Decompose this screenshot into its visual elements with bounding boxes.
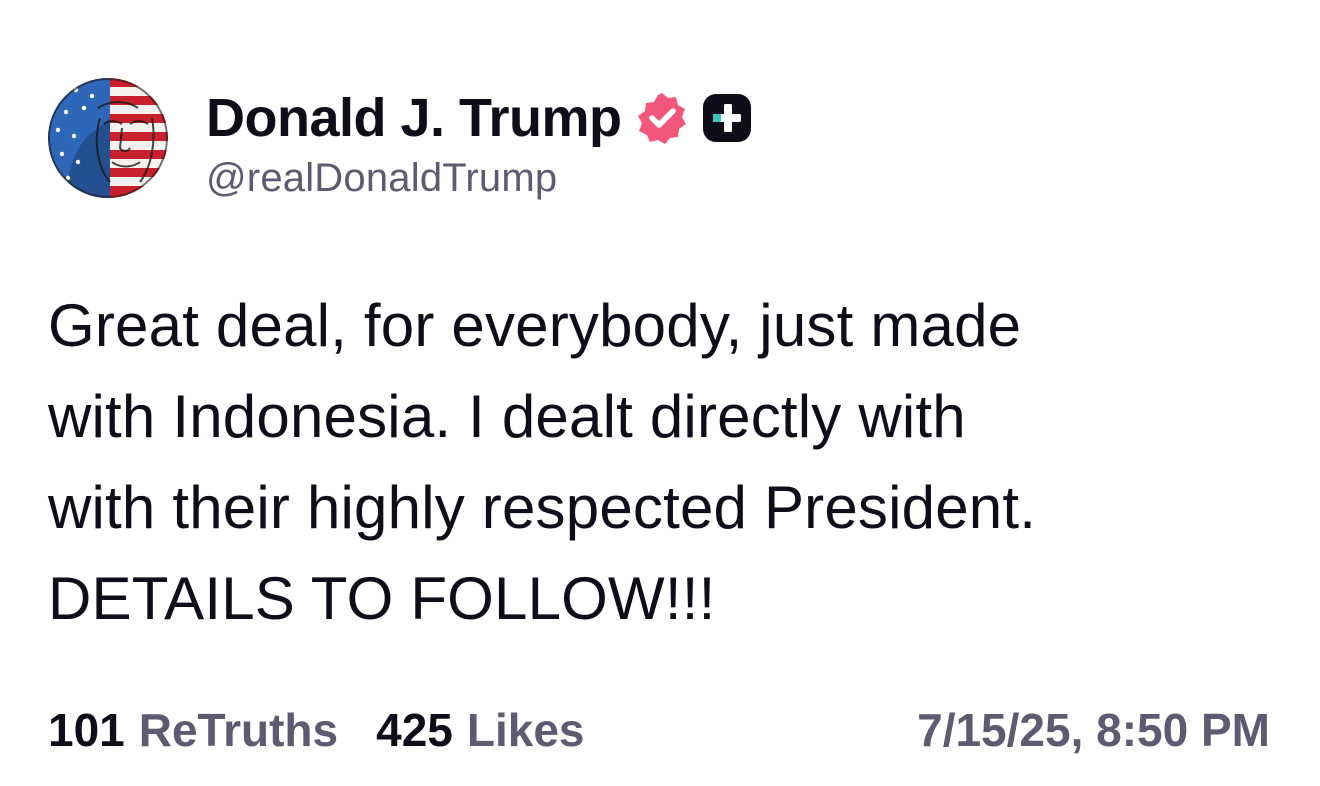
likes-stat[interactable]: 425 Likes <box>376 703 584 757</box>
author-identity: Donald J. Trump @realDonaldTrump <box>206 84 754 201</box>
verified-check-badge-icon <box>634 90 690 146</box>
likes-label: Likes <box>466 704 585 756</box>
retruths-label: ReTruths <box>138 704 339 756</box>
post-header: Donald J. Trump @realDonaldTrump <box>48 78 754 201</box>
likes-count: 425 <box>376 704 453 756</box>
avatar[interactable] <box>48 78 168 198</box>
truth-post: Donald J. Trump @realDonaldTrump Great d… <box>0 0 1320 786</box>
post-body-text: Great deal, for everybody, just made wit… <box>48 292 1037 632</box>
post-timestamp[interactable]: 7/15/25, 8:50 PM <box>917 703 1270 757</box>
post-footer: 101 ReTruths 425 Likes 7/15/25, 8:50 PM <box>48 700 1270 760</box>
truth-plus-badge-icon <box>700 91 754 145</box>
retruths-count: 101 <box>48 704 125 756</box>
retruths-stat[interactable]: 101 ReTruths <box>48 703 338 757</box>
post-stats: 101 ReTruths 425 Likes <box>48 703 623 757</box>
flag-portrait-image <box>48 78 168 198</box>
author-handle[interactable]: @realDonaldTrump <box>206 156 754 201</box>
name-row: Donald J. Trump <box>206 84 754 152</box>
display-name[interactable]: Donald J. Trump <box>206 91 622 145</box>
